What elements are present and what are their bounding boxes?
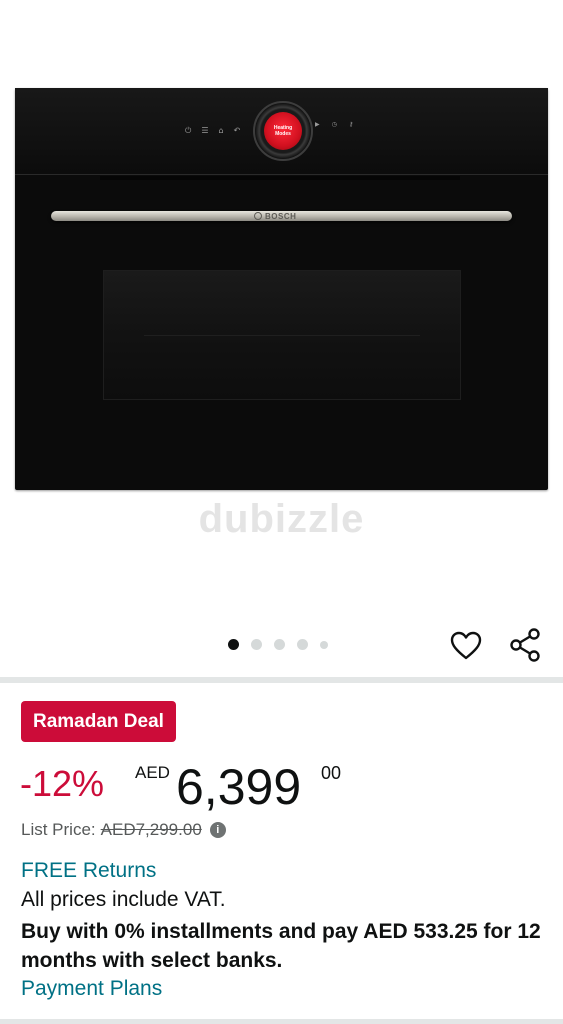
pagination-dot[interactable] — [251, 639, 262, 650]
oven-panel-right-icons: ▶ ◷ ⚷ — [315, 122, 353, 128]
product-image[interactable]: ⏻ ☰ ⌂ ↶ Heating Modes ▶ ◷ ⚷ BOSCH — [15, 88, 548, 490]
product-image-gallery[interactable]: ⏻ ☰ ⌂ ↶ Heating Modes ▶ ◷ ⚷ BOSCH dubizz… — [0, 0, 563, 676]
timer-icon: ◷ — [331, 122, 337, 128]
heart-outline-icon — [450, 631, 482, 660]
price-fraction: 00 — [321, 763, 342, 783]
list-price: List Price: AED7,299.00 i — [21, 820, 226, 840]
payment-plans-link[interactable]: Payment Plans — [21, 977, 162, 1001]
oven-brand: BOSCH — [254, 211, 296, 221]
pagination-dot[interactable] — [297, 639, 308, 650]
oven-window — [103, 270, 461, 400]
pagination-dot-active[interactable] — [228, 639, 239, 650]
oven-display: Heating Modes — [264, 112, 302, 150]
image-pagination[interactable] — [228, 639, 328, 650]
oven-display-text: Heating Modes — [273, 125, 293, 137]
price-whole: 6,399 — [176, 759, 302, 815]
oven-dial: Heating Modes — [253, 101, 313, 161]
deal-badge: Ramadan Deal — [21, 701, 176, 742]
section-divider — [0, 677, 563, 683]
wishlist-button[interactable] — [448, 628, 484, 664]
share-button[interactable] — [507, 627, 543, 663]
pagination-dot[interactable] — [320, 640, 328, 649]
oven-rack — [144, 335, 420, 336]
brand-text: BOSCH — [265, 211, 297, 221]
home-icon: ⌂ — [218, 126, 224, 135]
vat-note: All prices include VAT. — [21, 888, 226, 911]
oven-vent — [100, 176, 460, 180]
start-icon: ▶ — [315, 122, 320, 128]
free-returns-link[interactable]: FREE Returns — [21, 859, 156, 883]
share-icon — [510, 628, 540, 662]
discount-percent: -12% — [20, 763, 105, 804]
watermark: dubizzle — [198, 497, 365, 541]
brand-logo-icon — [254, 212, 262, 220]
price-currency: AED — [135, 763, 170, 782]
oven-panel-icons: ⏻ ☰ ⌂ ↶ — [185, 124, 240, 138]
installments-text: Buy with 0% installments and pay AED 533… — [21, 920, 541, 972]
power-icon: ⏻ — [185, 126, 192, 135]
info-icon[interactable]: i — [209, 822, 226, 838]
menu-icon: ☰ — [201, 126, 209, 135]
bottom-divider — [0, 1019, 563, 1024]
oven-control-panel: ⏻ ☰ ⌂ ↶ Heating Modes ▶ ◷ ⚷ — [15, 88, 548, 175]
list-price-value: AED7,299.00 — [100, 820, 202, 839]
back-icon: ↶ — [233, 126, 241, 135]
key-icon: ⚷ — [348, 122, 354, 128]
pagination-dot[interactable] — [274, 639, 285, 650]
list-price-label: List Price: — [21, 820, 96, 839]
